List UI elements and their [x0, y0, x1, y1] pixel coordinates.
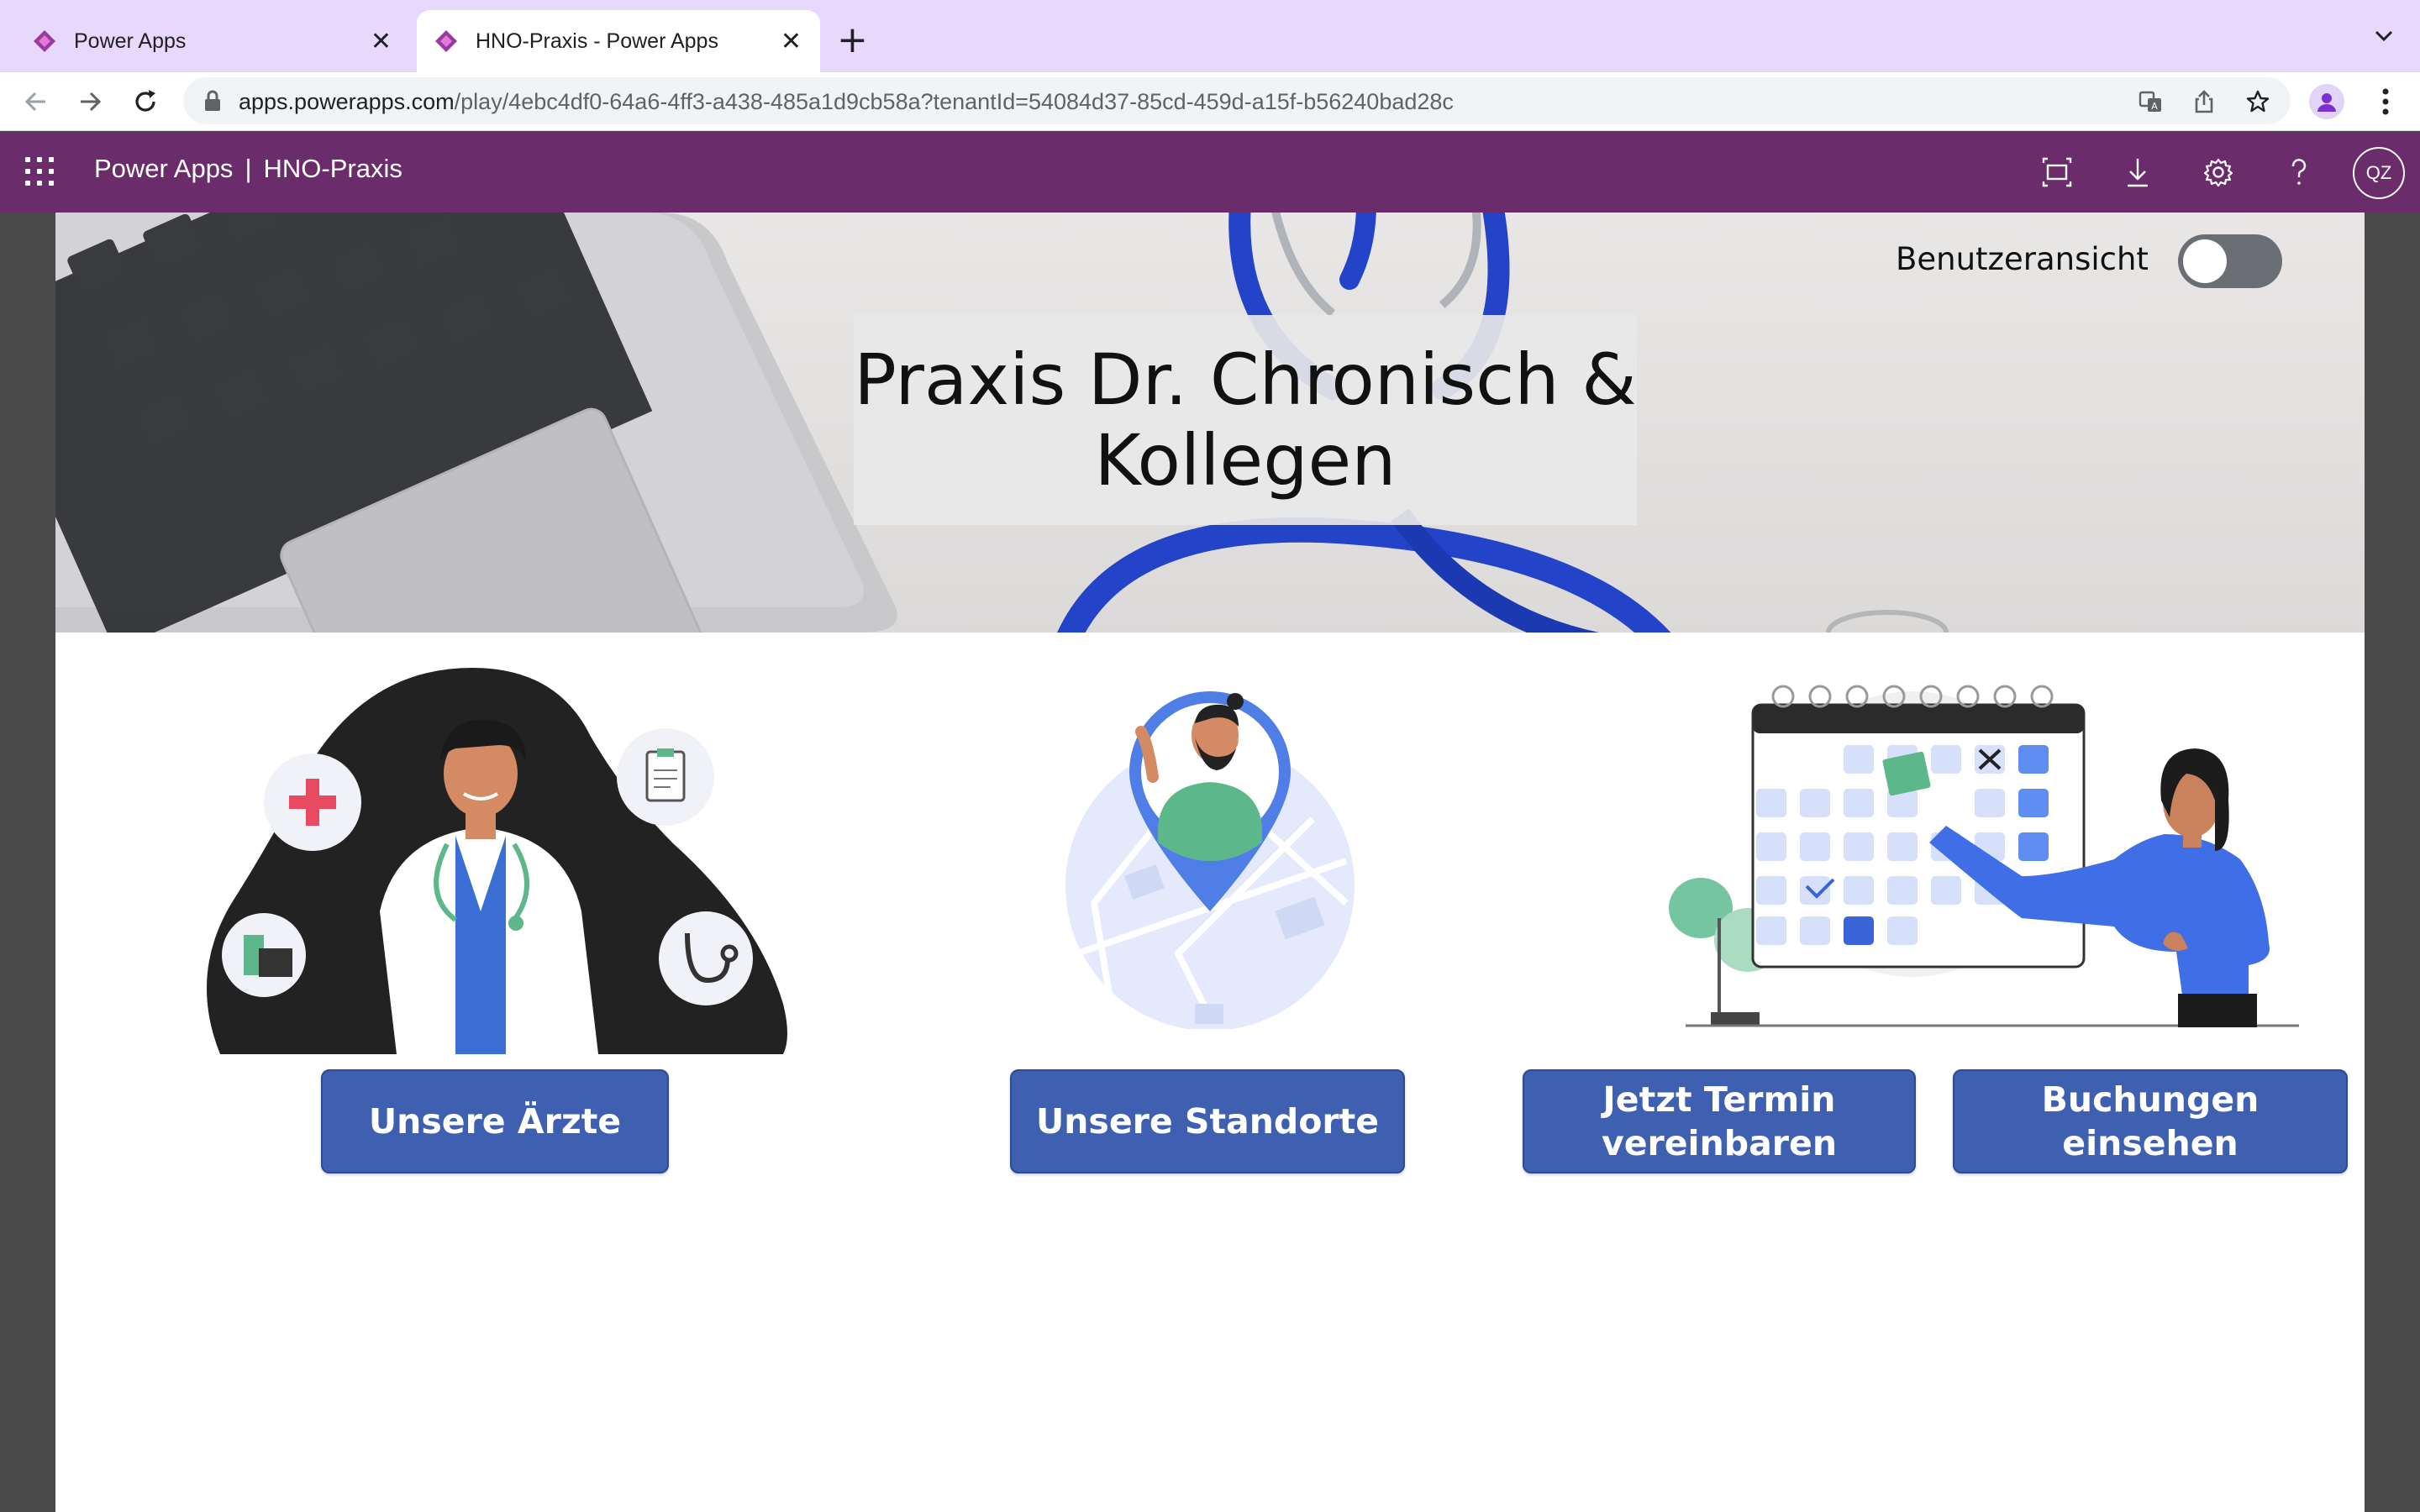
tab-search-chevron-icon[interactable] — [2370, 22, 2398, 50]
url-text: apps.powerapps.com/play/4ebc4df0-64a6-4f… — [239, 89, 1454, 115]
app-name: HNO-Praxis — [263, 154, 402, 183]
browser-tabstrip: Power Apps ✕ HNO-Praxis - Power Apps ✕ + — [0, 0, 2420, 72]
reload-button[interactable] — [124, 81, 166, 123]
tab-title: HNO-Praxis - Power Apps — [476, 29, 718, 53]
waffle-icon[interactable] — [25, 157, 54, 186]
our-locations-button[interactable]: Unsere Standorte — [1010, 1069, 1405, 1173]
toggle-knob — [2183, 239, 2227, 283]
our-doctors-button[interactable]: Unsere Ärzte — [321, 1069, 669, 1173]
power-apps-header: Power Apps | HNO-Praxis QZ — [0, 132, 2420, 213]
app-canvas: Praxis Dr. Chronisch & Kollegen Benutzer… — [55, 213, 2365, 1512]
tab-power-apps[interactable]: Power Apps ✕ — [0, 10, 410, 72]
person-icon — [2317, 93, 2336, 112]
user-view-toggle[interactable] — [2178, 234, 2282, 288]
svg-text:A: A — [2151, 101, 2158, 112]
translate-icon[interactable]: A — [2138, 89, 2163, 114]
lock-icon — [205, 90, 220, 111]
back-arrow-icon — [24, 92, 45, 112]
practice-title-box: Praxis Dr. Chronisch & Kollegen — [854, 315, 1637, 525]
practice-title: Praxis Dr. Chronisch & Kollegen — [854, 339, 1637, 501]
tab-hno-praxis[interactable]: HNO-Praxis - Power Apps ✕ — [417, 10, 820, 72]
tab-close-icon[interactable]: ✕ — [781, 27, 802, 56]
profile-avatar-icon[interactable] — [2309, 84, 2344, 119]
browser-menu-icon[interactable] — [2371, 84, 2400, 119]
forward-arrow-icon — [81, 92, 102, 112]
power-apps-favicon-icon — [435, 30, 457, 52]
tab-close-icon[interactable]: ✕ — [371, 27, 392, 56]
help-icon[interactable] — [2282, 155, 2316, 189]
download-icon[interactable] — [2121, 155, 2154, 189]
back-button[interactable] — [15, 81, 57, 123]
product-name: Power Apps — [94, 154, 234, 183]
browser-toolbar: apps.powerapps.com/play/4ebc4df0-64a6-4f… — [0, 72, 2420, 131]
reload-icon — [135, 90, 155, 112]
location-map-illustration — [1065, 691, 1355, 1029]
tab-title: Power Apps — [74, 29, 187, 53]
hero-banner: Praxis Dr. Chronisch & Kollegen Benutzer… — [55, 213, 2365, 633]
user-view-toggle-label: Benutzeransicht — [1896, 241, 2149, 277]
url-path: /play/4ebc4df0-64a6-4ff3-a438-485a1d9cb5… — [454, 89, 1454, 114]
doctor-illustration — [207, 668, 787, 1054]
title-separator: | — [245, 154, 252, 183]
share-icon[interactable] — [2191, 89, 2217, 114]
address-bar[interactable]: apps.powerapps.com/play/4ebc4df0-64a6-4f… — [183, 77, 2291, 124]
view-bookings-button[interactable]: Buchungen einsehen — [1953, 1069, 2348, 1173]
fit-to-screen-icon[interactable] — [2040, 155, 2074, 189]
user-avatar[interactable]: QZ — [2353, 147, 2405, 199]
power-apps-favicon-icon — [34, 30, 55, 52]
bookmark-star-icon[interactable] — [2245, 89, 2270, 114]
book-appointment-button[interactable]: Jetzt Termin vereinbaren — [1523, 1069, 1916, 1173]
forward-button[interactable] — [69, 81, 111, 123]
new-tab-icon[interactable]: + — [837, 18, 868, 61]
screen: Power Apps ✕ HNO-Praxis - Power Apps ✕ + — [0, 0, 2420, 1512]
url-host: apps.powerapps.com — [239, 89, 455, 114]
calendar-booking-illustration — [1669, 685, 2299, 1027]
app-title: Power Apps | HNO-Praxis — [94, 154, 402, 184]
settings-icon[interactable] — [2202, 155, 2235, 189]
